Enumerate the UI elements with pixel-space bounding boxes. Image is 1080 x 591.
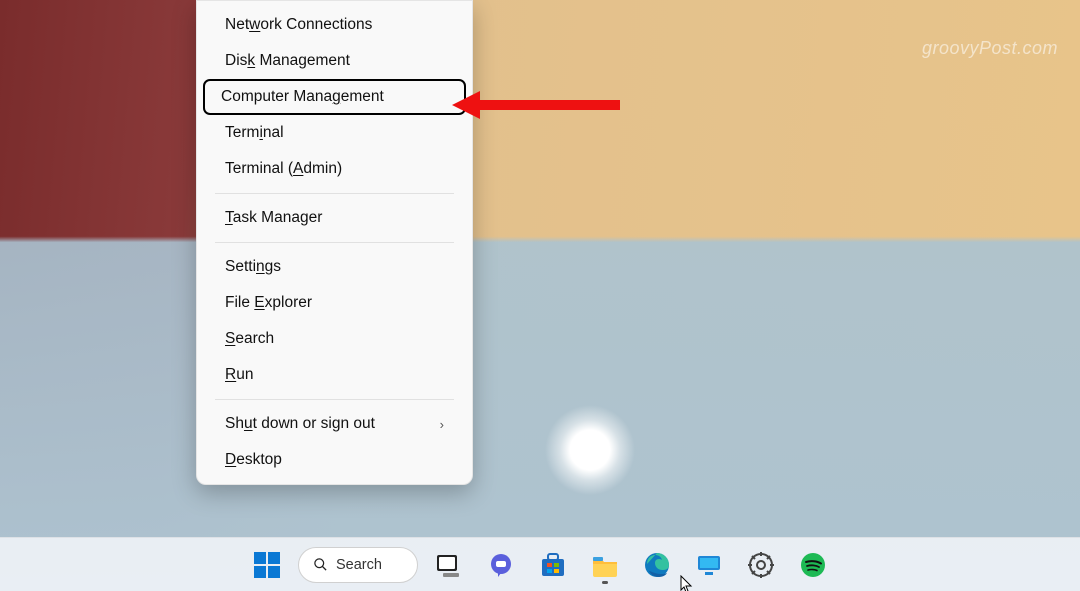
menu-item-search[interactable]: Search <box>207 321 462 357</box>
store-icon <box>539 551 567 579</box>
menu-item-label: Search <box>225 330 274 348</box>
taskbar-search[interactable]: Search <box>298 547 418 583</box>
menu-item-label: Terminal (Admin) <box>225 160 342 178</box>
search-label: Search <box>336 557 382 573</box>
menu-item-terminal-admin[interactable]: Terminal (Admin) <box>207 151 462 187</box>
taskbar-chat[interactable] <box>480 544 522 586</box>
menu-item-task-manager[interactable]: Task Manager <box>207 200 462 236</box>
menu-item-settings[interactable]: Settings <box>207 249 462 285</box>
start-button[interactable] <box>246 544 288 586</box>
desktop-wallpaper <box>0 0 1080 591</box>
gear-icon <box>747 551 775 579</box>
task-view-icon <box>435 551 463 579</box>
taskbar-file-explorer[interactable] <box>584 544 626 586</box>
menu-item-label: Network Connections <box>225 16 372 34</box>
menu-item-network-connections[interactable]: Network Connections <box>207 7 462 43</box>
menu-item-label: File Explorer <box>225 294 312 312</box>
menu-item-file-explorer[interactable]: File Explorer <box>207 285 462 321</box>
annotation-arrow <box>452 93 622 117</box>
menu-item-label: Terminal <box>225 124 284 142</box>
menu-item-disk-management[interactable]: Disk Management <box>207 43 462 79</box>
spotify-icon <box>799 551 827 579</box>
taskbar-microsoft-store[interactable] <box>532 544 574 586</box>
menu-item-label: Disk Management <box>225 52 350 70</box>
menu-item-label: Computer Management <box>221 88 384 106</box>
menu-item-computer-management[interactable]: Computer Management <box>203 79 466 115</box>
taskbar-spotify[interactable] <box>792 544 834 586</box>
edge-icon <box>643 551 671 579</box>
menu-item-label: Desktop <box>225 451 282 469</box>
menu-separator <box>215 399 454 400</box>
menu-item-shutdown-signout[interactable]: Shut down or sign out › <box>207 406 462 442</box>
monitor-icon <box>695 551 723 579</box>
menu-separator <box>215 193 454 194</box>
search-icon <box>313 557 328 572</box>
menu-item-desktop[interactable]: Desktop <box>207 442 462 478</box>
taskbar-settings[interactable] <box>740 544 782 586</box>
winx-context-menu: Network Connections Disk Management Comp… <box>196 0 473 485</box>
watermark-text: groovyPost.com <box>922 38 1058 59</box>
taskbar-edge[interactable] <box>636 544 678 586</box>
taskbar: Search <box>0 537 1080 591</box>
menu-item-label: Task Manager <box>225 209 322 227</box>
chevron-right-icon: › <box>440 417 444 432</box>
menu-item-label: Settings <box>225 258 281 276</box>
menu-item-label: Shut down or sign out <box>225 415 375 433</box>
folder-icon <box>591 551 619 579</box>
taskbar-app-generic[interactable] <box>688 544 730 586</box>
taskbar-task-view[interactable] <box>428 544 470 586</box>
menu-separator <box>215 242 454 243</box>
menu-item-label: Run <box>225 366 253 384</box>
menu-item-terminal[interactable]: Terminal <box>207 115 462 151</box>
chat-icon <box>487 551 515 579</box>
windows-logo-icon <box>253 551 281 579</box>
menu-item-run[interactable]: Run <box>207 357 462 393</box>
mouse-cursor-icon <box>680 575 694 591</box>
